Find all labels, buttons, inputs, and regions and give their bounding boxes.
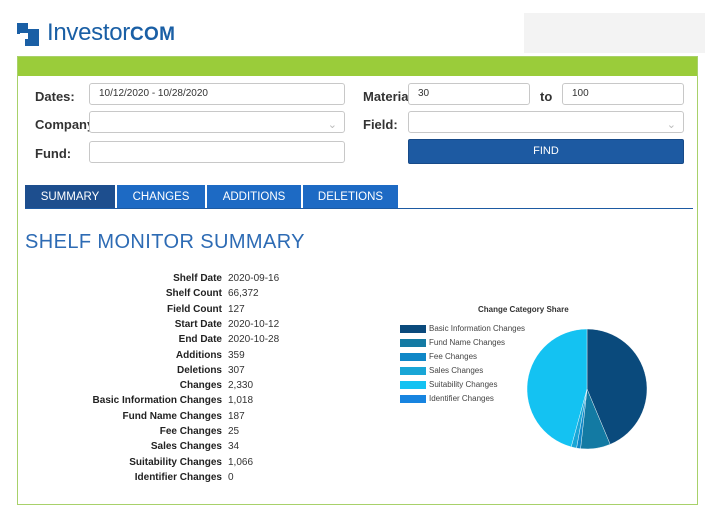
field-select[interactable]: ⌄	[408, 111, 684, 133]
legend-swatch	[400, 367, 426, 375]
stat-key: Additions	[175, 349, 222, 361]
legend-swatch	[400, 381, 426, 389]
stat-row-basic-information-changes: Basic Information Changes 1,018	[18, 393, 318, 408]
to-label: to	[540, 89, 553, 104]
legend-swatch	[400, 325, 426, 333]
stat-value: 359	[228, 349, 245, 361]
stat-key: Basic Information Changes	[92, 395, 222, 407]
legend-label: Fee Changes	[429, 352, 478, 361]
logo-wordmark: InvestorCOM	[47, 19, 175, 49]
find-button[interactable]: FIND	[408, 139, 684, 164]
chevron-down-icon: ⌄	[327, 119, 337, 131]
app-header: InvestorCOM	[0, 0, 705, 53]
legend-label: Suitability Changes	[429, 380, 498, 389]
stat-value: 2020-10-28	[228, 334, 280, 346]
stat-value: 2,330	[228, 380, 254, 392]
field-label: Field:	[363, 117, 398, 132]
legend-label: Identifier Changes	[429, 394, 494, 403]
stat-row-shelf-date: Shelf Date 2020-09-16	[18, 271, 318, 286]
tab-deletions[interactable]: DELETIONS	[303, 185, 398, 209]
stat-value: 66,372	[228, 288, 259, 300]
legend-swatch	[400, 353, 426, 361]
dates-input[interactable]: 10/12/2020 - 10/28/2020	[89, 83, 345, 105]
legend-label: Basic Information Changes	[429, 324, 526, 333]
materiality-to-input[interactable]: 100	[562, 83, 684, 105]
stat-value: 34	[228, 441, 240, 453]
shelf-monitor-panel: Dates: 10/12/2020 - 10/28/2020 Company ⌄…	[17, 56, 698, 505]
stat-value: 307	[228, 364, 245, 376]
fund-input[interactable]	[89, 141, 345, 163]
stat-key: Fee Changes	[159, 426, 222, 437]
stat-row-deletions: Deletions 307	[18, 363, 318, 378]
stat-value: 2020-09-16	[228, 273, 280, 284]
stat-value: 1,018	[228, 395, 254, 407]
stat-key: Shelf Date	[173, 273, 222, 284]
legend-label: Sales Changes	[429, 366, 484, 375]
logo-name-suffix: COM	[129, 24, 176, 45]
legend-swatch	[400, 339, 426, 347]
panel-header-bar	[18, 57, 697, 76]
tab-changes[interactable]: CHANGES	[117, 185, 205, 209]
logo-mark-icon	[17, 20, 45, 48]
stat-key: Start Date	[174, 318, 222, 330]
stat-row-additions: Additions 359	[18, 348, 318, 363]
stat-value: 1,066	[228, 456, 254, 468]
tab-bar: SUMMARY CHANGES ADDITIONS DELETIONS	[25, 185, 400, 209]
dates-label: Dates:	[35, 89, 75, 104]
legend-swatch	[400, 395, 426, 403]
change-category-pie-chart[interactable]	[526, 328, 648, 450]
tab-summary[interactable]: SUMMARY	[25, 185, 115, 209]
stat-key: Shelf Count	[165, 288, 222, 300]
header-strip	[524, 13, 705, 53]
stat-row-end-date: End Date 2020-10-28	[18, 332, 318, 347]
company-select[interactable]: ⌄	[89, 111, 345, 133]
stat-row-sales-changes: Sales Changes 34	[18, 439, 318, 454]
stat-value: 2020-10-12	[228, 318, 280, 330]
materiality-from-input[interactable]: 30	[408, 83, 530, 105]
tab-underline	[25, 208, 693, 209]
stat-row-changes: Changes 2,330	[18, 378, 318, 393]
stat-row-start-date: Start Date 2020-10-12	[18, 317, 318, 332]
stat-key: Deletions	[176, 364, 222, 376]
investorcom-logo[interactable]: InvestorCOM	[17, 19, 175, 49]
stat-value: 0	[228, 471, 234, 483]
stat-value: 25	[228, 426, 240, 437]
stat-value: 127	[228, 303, 245, 315]
stat-value: 187	[228, 410, 245, 422]
stat-key: Suitability Changes	[129, 456, 222, 468]
stat-key: End Date	[178, 334, 222, 346]
stat-key: Fund Name Changes	[122, 410, 222, 422]
tab-additions[interactable]: ADDITIONS	[207, 185, 301, 209]
chart-title: Change Category Share	[478, 305, 569, 314]
company-label: Company	[35, 117, 95, 132]
page-title: SHELF MONITOR SUMMARY	[25, 231, 305, 253]
materiality-label: Materia	[363, 89, 409, 104]
chevron-down-icon: ⌄	[666, 119, 676, 131]
stat-row-fund-name-changes: Fund Name Changes 187	[18, 409, 318, 424]
logo-name-main: Investor	[47, 19, 130, 46]
legend-label: Fund Name Changes	[429, 338, 506, 347]
fund-label: Fund:	[35, 146, 72, 161]
stat-row-field-count: Field Count 127	[18, 302, 318, 317]
stat-row-identifier-changes: Identifier Changes 0	[18, 470, 318, 485]
stat-row-fee-changes: Fee Changes 25	[18, 424, 318, 439]
stat-key: Sales Changes	[150, 441, 222, 453]
stat-row-shelf-count: Shelf Count 66,372	[18, 286, 318, 301]
stat-key: Identifier Changes	[134, 471, 222, 483]
stat-key: Changes	[179, 380, 222, 392]
stat-key: Field Count	[167, 303, 222, 315]
stat-row-suitability-changes: Suitability Changes 1,066	[18, 455, 318, 470]
